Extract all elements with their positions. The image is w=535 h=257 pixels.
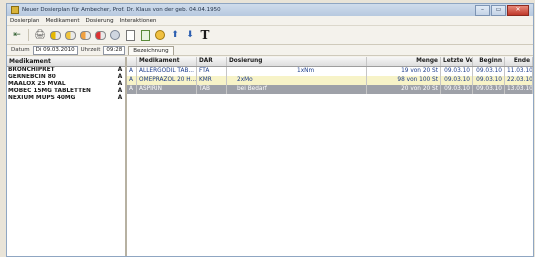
list-item-flag: A (117, 74, 123, 80)
row-menge: 98 von 100 St (367, 76, 441, 85)
header-menge[interactable]: Menge (367, 57, 441, 66)
window-title: Neuer Dosierplan für Ambecher, Prof. Dr.… (22, 7, 221, 13)
row-medikament: ALLERGODIL TAB... (137, 67, 197, 76)
text-icon[interactable]: T (199, 29, 211, 41)
list-item-name: MAALOX 25 MVAL (8, 81, 66, 87)
tab-bezeichnung[interactable]: Bezeichnung (128, 45, 174, 55)
table-row[interactable]: A ASPIRIN TAB bei Bedarf 20 von 20 St 09… (127, 85, 533, 94)
minimize-button[interactable]: – (475, 5, 490, 16)
list-item-flag: A (117, 95, 123, 101)
pill-stack-icon[interactable] (154, 29, 166, 41)
row-dosierung: 2xMo (227, 76, 367, 85)
header-ende[interactable]: Ende (505, 57, 533, 66)
row-beginn: 09.03.10 (473, 85, 505, 94)
list-item-flag: A (117, 81, 123, 87)
medication-list: Medikament BRONCHIPRET A GERNEBCIN 80 A MA… (7, 57, 127, 256)
row-letzte-ver: 09.03.10 (441, 76, 473, 85)
content-panes: Medikament BRONCHIPRET A GERNEBCIN 80 A MA… (7, 57, 533, 256)
document-icon[interactable] (124, 29, 136, 41)
header-dar[interactable]: DAR (197, 57, 227, 66)
row-dosierung-text: 1xNm (297, 68, 315, 74)
time-field[interactable]: 09:28 (103, 45, 126, 55)
pill-d-icon[interactable] (94, 29, 106, 41)
list-item[interactable]: BRONCHIPRET A (7, 67, 125, 74)
row-flag: A (127, 85, 137, 94)
table-row[interactable]: A ALLERGODIL TAB... FTA 1xNm 19 von 20 S… (127, 67, 533, 76)
exit-icon[interactable]: ⇤ (11, 29, 23, 41)
arrow-down-icon[interactable]: ⬇ (184, 29, 196, 41)
row-beginn: 09.03.10 (473, 67, 505, 76)
row-beginn: 09.03.10 (473, 76, 505, 85)
row-dar: KMR (197, 76, 227, 85)
date-label: Datum (11, 47, 30, 53)
row-ende: 11.03.10 (507, 67, 533, 76)
list-item-flag: A (117, 67, 123, 73)
medication-list-header[interactable]: Medikament (7, 57, 125, 67)
menu-dosierplan[interactable]: Dosierplan (10, 18, 40, 24)
row-menge: 19 von 20 St (367, 67, 441, 76)
pill-a-icon[interactable] (49, 29, 61, 41)
toolbar: ⇤ 🖨 ⬆ ⬇ T (7, 26, 533, 45)
row-dar: TAB (197, 85, 227, 94)
app-icon (11, 6, 19, 14)
title-bar[interactable]: Neuer Dosierplan für Ambecher, Prof. Dr.… (7, 4, 533, 16)
arrow-up-icon[interactable]: ⬆ (169, 29, 181, 41)
list-item-name: GERNEBCIN 80 (8, 74, 56, 80)
list-item[interactable]: NEXIUM MUPS 40MG A (7, 95, 125, 102)
row-medikament: OMEPRAZOL 20 H... (139, 76, 197, 85)
row-menge: 20 von 20 St (367, 85, 441, 94)
app-window: Neuer Dosierplan für Ambecher, Prof. Dr.… (6, 3, 534, 257)
row-flag: A (127, 76, 137, 85)
close-button[interactable]: ✕ (507, 5, 529, 16)
menu-bar: Dosierplan Medikament Dosierung Interakt… (7, 16, 533, 26)
list-item-flag: A (117, 88, 123, 94)
row-letzte-ver: 09.03.10 (441, 67, 473, 76)
print-icon[interactable]: 🖨 (34, 29, 46, 41)
row-letzte-ver: 09.03.10 (441, 85, 473, 94)
row-dosierung: bei Bedarf (227, 85, 367, 94)
dosage-grid: Medikament DAR Dosierung Menge Letzte Ve… (127, 57, 533, 256)
list-item-name: NEXIUM MUPS 40MG (8, 95, 76, 101)
row-dar: FTA (197, 67, 227, 76)
document-add-icon[interactable] (139, 29, 151, 41)
pill-b-icon[interactable] (64, 29, 76, 41)
date-bar: Datum Di 09.03.2010 Uhrzeit 09:28 Bezeic… (7, 45, 533, 56)
row-ende: 22.03.10 (507, 76, 533, 85)
header-dosierung[interactable]: Dosierung (227, 57, 367, 66)
row-flag: A (127, 67, 137, 76)
header-beginn[interactable]: Beginn (473, 57, 505, 66)
header-flag[interactable] (127, 57, 137, 66)
time-label: Uhrzeit (80, 47, 101, 53)
menu-medikament[interactable]: Medikament (46, 18, 80, 24)
row-dosierung: 1xNm (227, 67, 367, 76)
toolbar-separator (28, 29, 29, 41)
list-item[interactable]: GERNEBCIN 80 A (7, 74, 125, 81)
table-row[interactable]: A OMEPRAZOL 20 H... KMR 2xMo 98 von 100 … (127, 76, 533, 85)
menu-interaktionen[interactable]: Interaktionen (120, 18, 157, 24)
pill-c-icon[interactable] (79, 29, 91, 41)
date-field[interactable]: Di 09.03.2010 (32, 45, 78, 55)
row-medikament: ASPIRIN (137, 85, 197, 94)
list-item-name: MOBEC 15MG TABLETTEN (8, 88, 91, 94)
window-controls: – ▭ ✕ (475, 5, 529, 16)
capsule-icon[interactable] (109, 29, 121, 41)
maximize-button[interactable]: ▭ (491, 5, 506, 16)
header-letzte-ver[interactable]: Letzte Ver. (441, 57, 473, 66)
list-item-name: BRONCHIPRET (8, 67, 55, 73)
row-ende: 13.03.10 (507, 85, 533, 94)
list-item[interactable]: MOBEC 15MG TABLETTEN A (7, 88, 125, 95)
list-item[interactable]: MAALOX 25 MVAL A (7, 81, 125, 88)
header-medikament[interactable]: Medikament (137, 57, 197, 66)
grid-header: Medikament DAR Dosierung Menge Letzte Ve… (127, 57, 533, 67)
menu-dosierung[interactable]: Dosierung (86, 18, 114, 24)
